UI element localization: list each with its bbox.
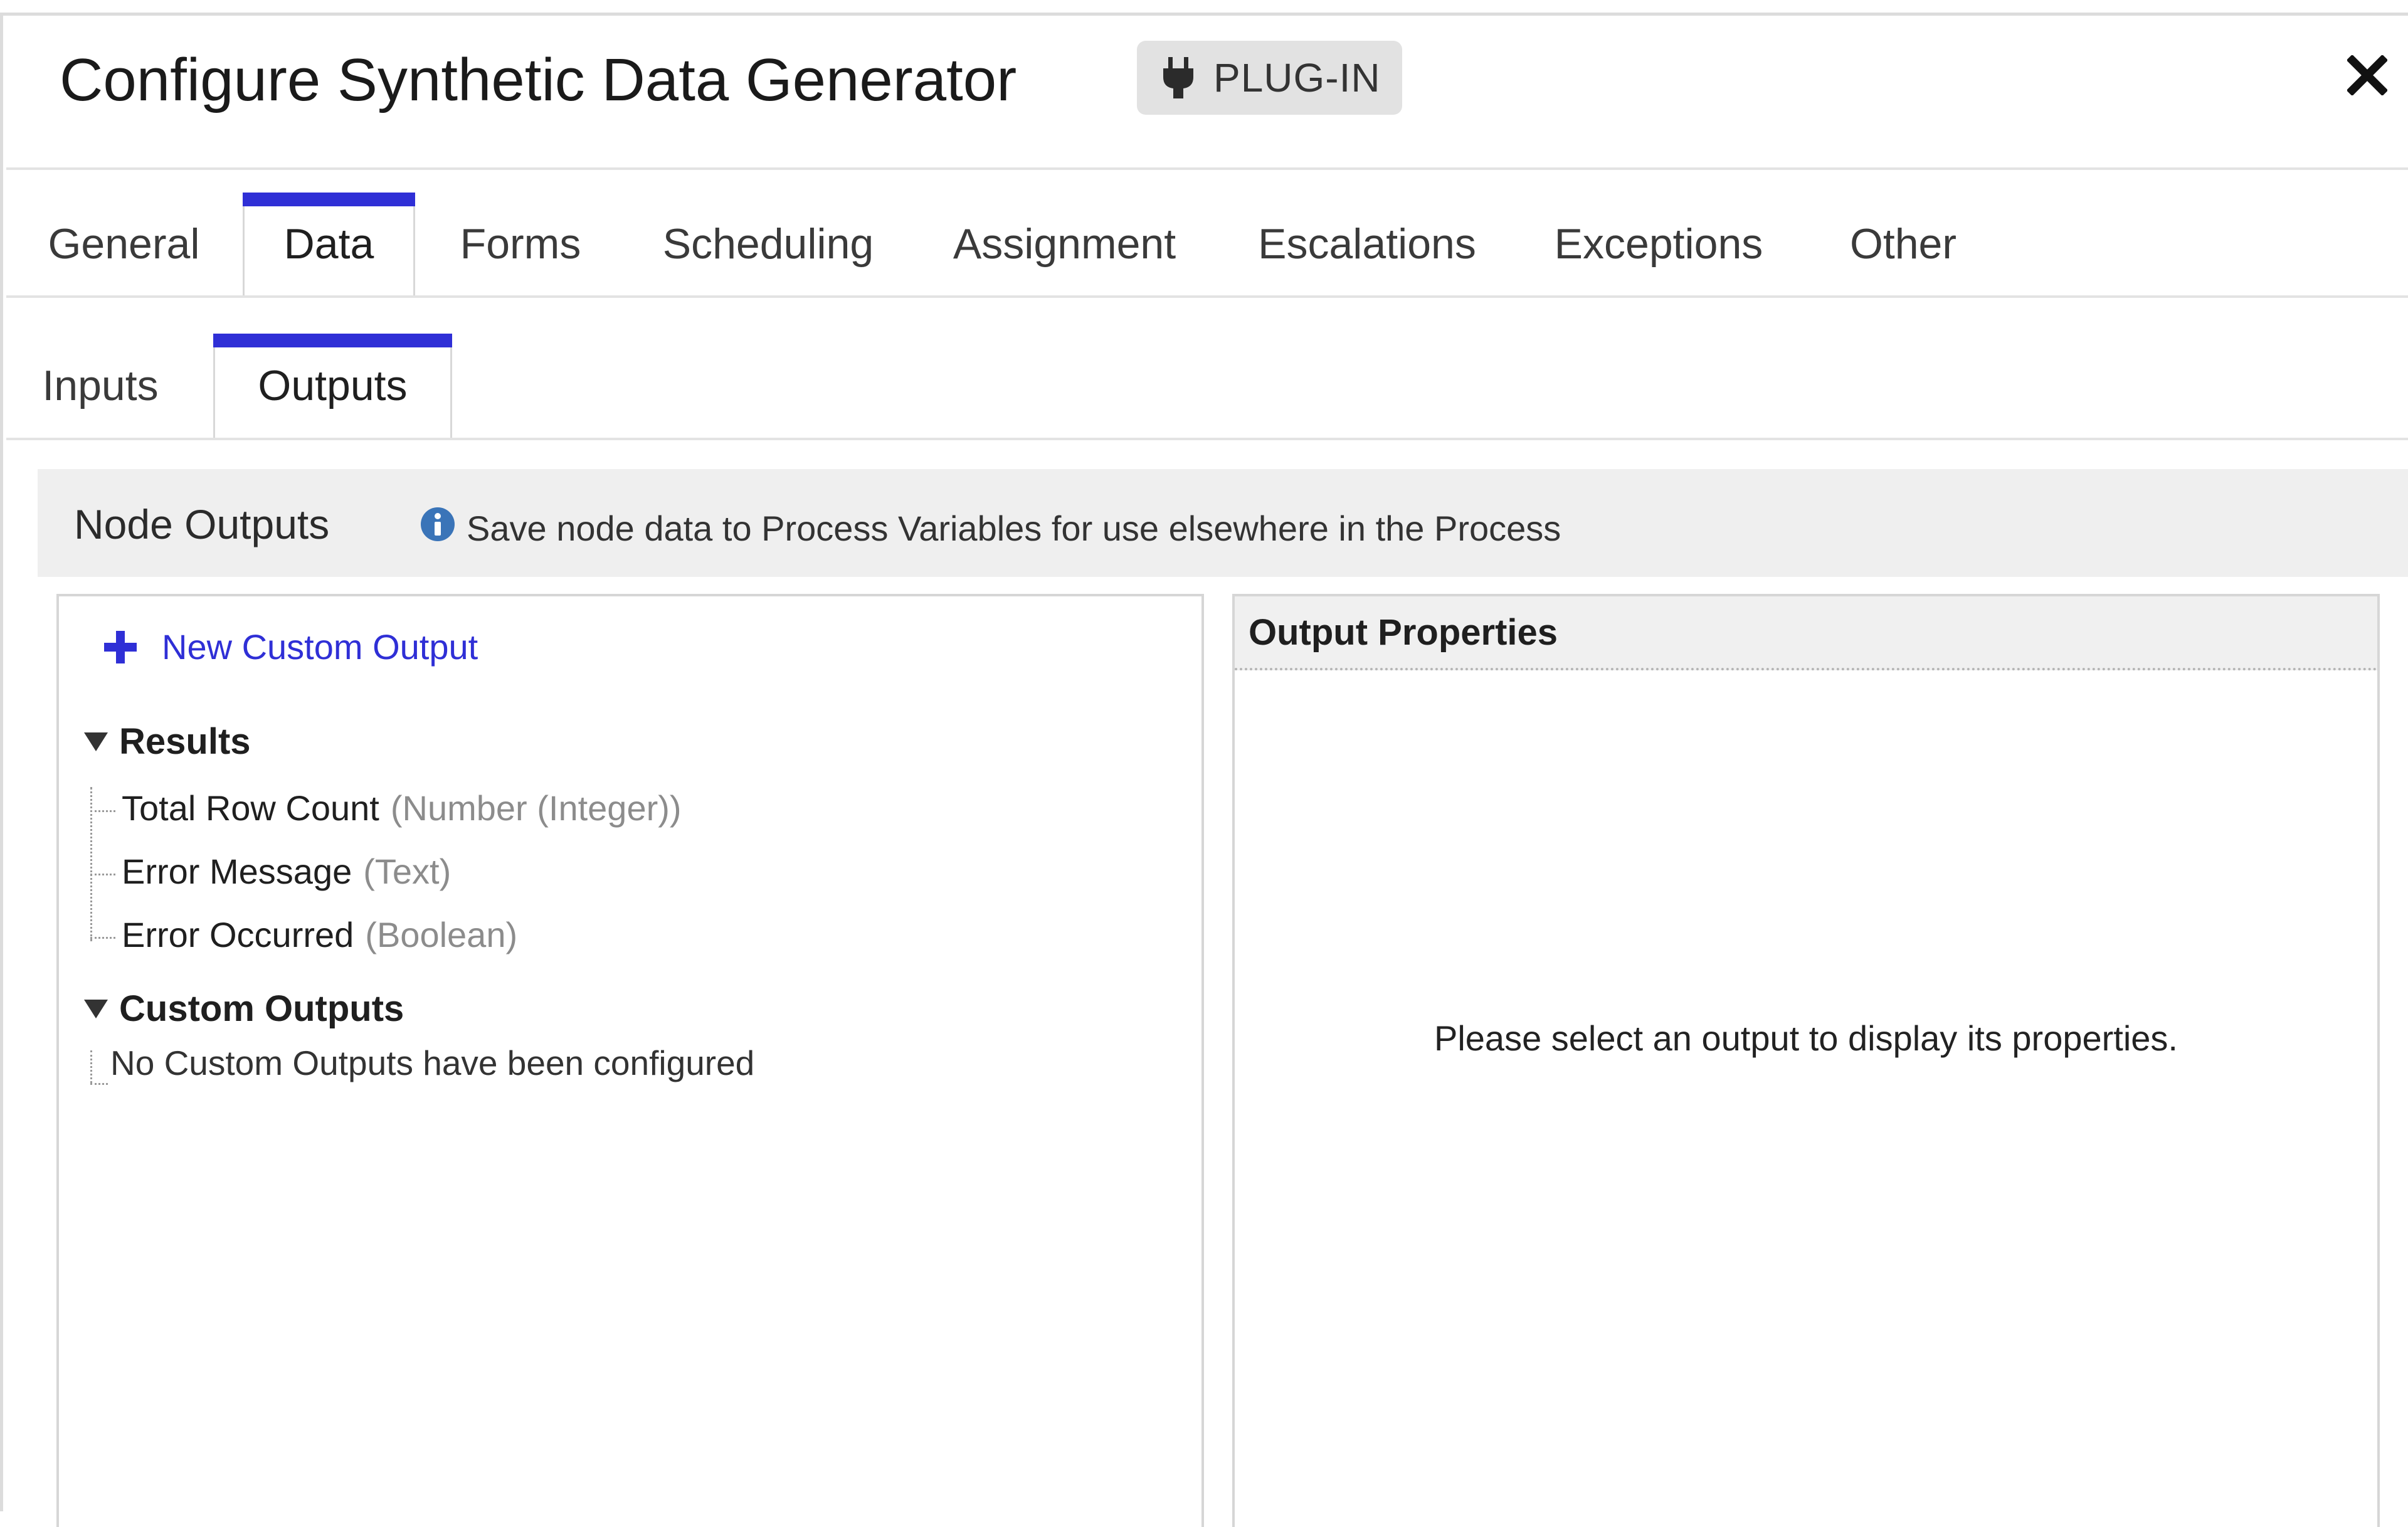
- tab-assignment[interactable]: Assignment: [944, 193, 1185, 295]
- sub-tabs: Inputs Outputs: [6, 334, 2408, 438]
- output-error-occurred[interactable]: Error Occurred (Boolean): [122, 914, 517, 955]
- tree-connector: [90, 1083, 108, 1085]
- subtab-inputs[interactable]: Inputs: [34, 334, 166, 438]
- configure-dialog: Configure Synthetic Data Generator PLUG-…: [0, 13, 2408, 1527]
- tree-connector: [90, 810, 115, 812]
- section-description: Save node data to Process Variables for …: [467, 509, 1561, 548]
- header-divider: [6, 167, 2408, 170]
- tab-general[interactable]: General: [34, 193, 213, 295]
- tab-other[interactable]: Other: [1837, 193, 1969, 295]
- tab-forms[interactable]: Forms: [445, 193, 596, 295]
- output-total-row-count[interactable]: Total Row Count (Number (Integer)): [122, 788, 682, 828]
- output-name: Total Row Count: [122, 788, 379, 828]
- caret-down-icon: [84, 732, 108, 751]
- new-custom-output-label: New Custom Output: [162, 627, 478, 667]
- plus-icon: [104, 630, 137, 663]
- output-error-message[interactable]: Error Message (Text): [122, 851, 451, 892]
- output-type: (Text): [363, 852, 452, 891]
- info-icon: [421, 507, 455, 541]
- section-title: Node Outputs: [74, 501, 330, 547]
- output-name: Error Occurred: [122, 915, 354, 954]
- tab-scheduling[interactable]: Scheduling: [652, 193, 884, 295]
- group-results[interactable]: Results: [84, 721, 251, 763]
- plugin-badge-label: PLUG-IN: [1213, 55, 1381, 100]
- output-properties-header: Output Properties: [1235, 596, 2377, 670]
- outputs-tree-panel: New Custom Output Results Total Row Coun…: [56, 594, 1204, 1527]
- output-properties-title: Output Properties: [1249, 612, 1558, 653]
- output-name: Error Message: [122, 852, 352, 891]
- node-outputs-header: Node Outputs Save node data to Process V…: [38, 469, 2408, 577]
- tree-connector: [90, 937, 115, 939]
- tab-data[interactable]: Data: [243, 193, 415, 295]
- main-tabs: General Data Forms Scheduling Assignment…: [6, 193, 2408, 295]
- output-type: (Boolean): [365, 915, 518, 954]
- plug-icon: [1163, 57, 1193, 98]
- group-custom-outputs[interactable]: Custom Outputs: [84, 988, 404, 1030]
- group-results-label: Results: [119, 721, 251, 762]
- new-custom-output-button[interactable]: New Custom Output: [103, 626, 478, 667]
- subtabs-divider: [6, 438, 2408, 440]
- subtab-outputs[interactable]: Outputs: [213, 334, 452, 438]
- caret-down-icon: [84, 999, 108, 1018]
- output-properties-placeholder: Please select an output to display its p…: [1434, 1018, 2178, 1058]
- close-icon: [2347, 55, 2387, 95]
- output-properties-panel: Output Properties Please select an outpu…: [1232, 594, 2380, 1527]
- group-custom-outputs-label: Custom Outputs: [119, 988, 404, 1029]
- tree-connector: [90, 874, 115, 875]
- plugin-badge: PLUG-IN: [1137, 41, 1402, 115]
- close-button[interactable]: [2345, 50, 2389, 100]
- dialog-title: Configure Synthetic Data Generator: [60, 46, 1017, 114]
- tabs-divider: [6, 295, 2408, 298]
- output-type: (Number (Integer)): [390, 788, 682, 828]
- tab-exceptions[interactable]: Exceptions: [1549, 193, 1768, 295]
- tree-connector: [90, 1050, 92, 1083]
- no-custom-outputs-message: No Custom Outputs have been configured: [110, 1044, 755, 1082]
- tab-escalations[interactable]: Escalations: [1257, 193, 1477, 295]
